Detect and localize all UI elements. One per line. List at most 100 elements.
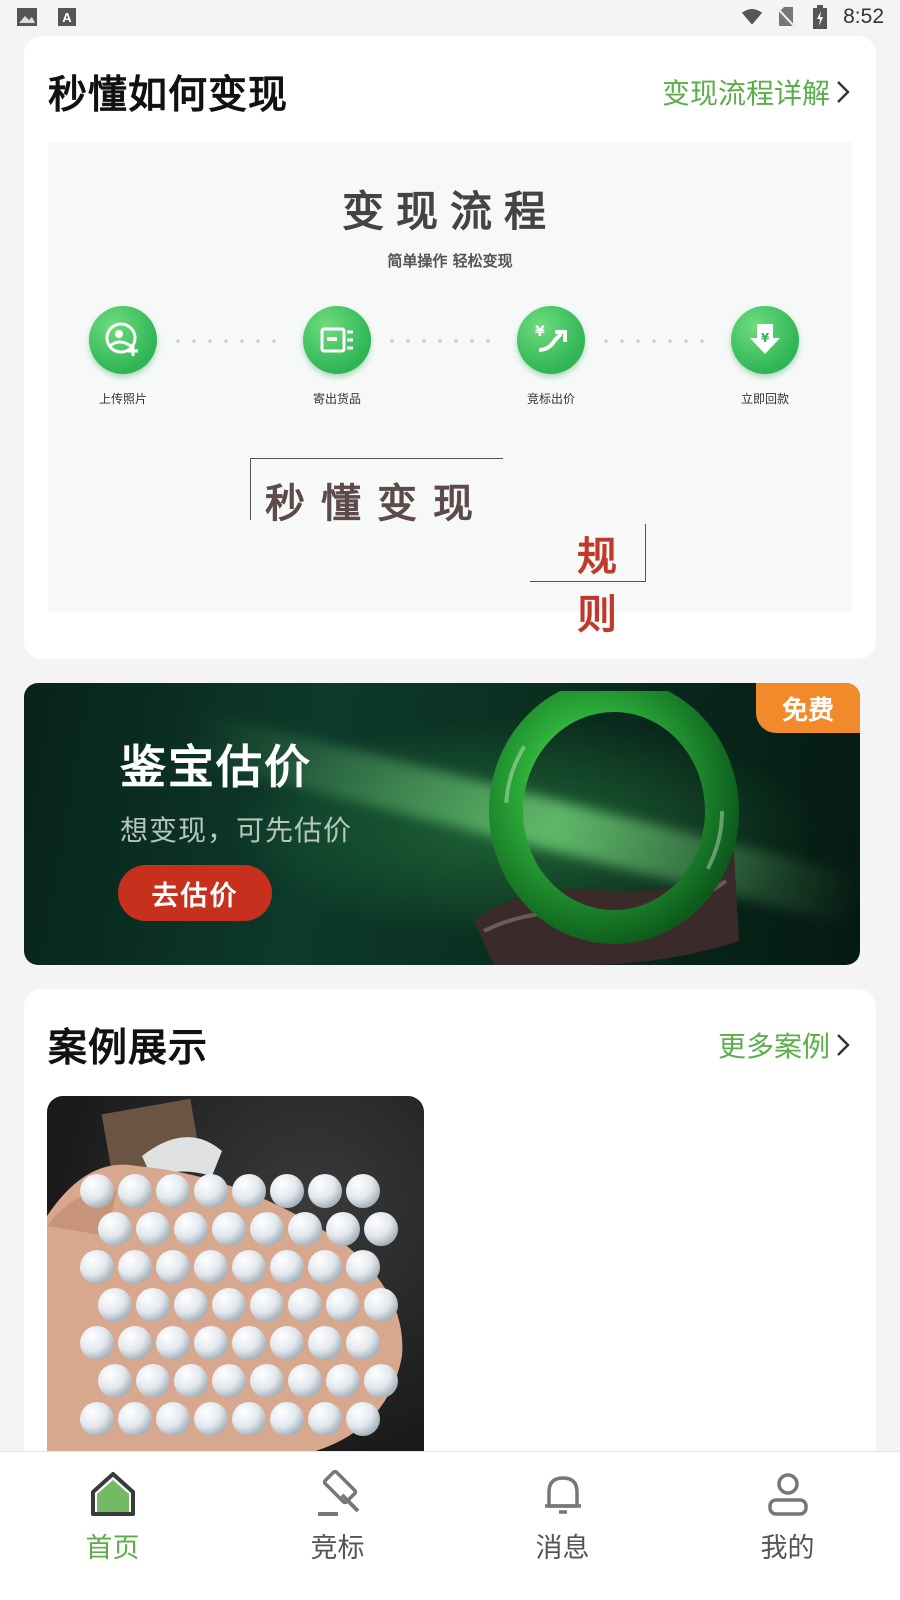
a-icon: A [56, 6, 78, 28]
step-label: 上传照片 [98, 392, 147, 406]
jade-bead [270, 1174, 304, 1208]
jade-bead [174, 1212, 208, 1246]
step-upload: 上传照片 [68, 306, 178, 407]
slogan-line-2: 规则 [530, 524, 646, 638]
jade-bead [364, 1288, 398, 1322]
image-icon [16, 6, 38, 28]
step-bid: ¥ 竞标出价 [496, 306, 606, 407]
tab-label: 消息 [535, 1533, 590, 1564]
jade-bead [346, 1326, 380, 1360]
process-title: 变现流程 [341, 187, 558, 236]
tab-mine[interactable]: 我的 [675, 1452, 900, 1600]
more-cases-link[interactable]: 更多案例 [718, 1025, 852, 1065]
slogan: 秒懂变现 规则 [250, 458, 646, 638]
step-payment: ¥ 立即回款 [710, 306, 820, 407]
free-badge: 免费 [756, 683, 860, 733]
jade-bead [80, 1402, 114, 1436]
tab-messages[interactable]: 消息 [450, 1452, 675, 1600]
home-icon [90, 1472, 135, 1516]
svg-text:A: A [62, 10, 72, 25]
jade-bangle-image [474, 691, 739, 965]
banner-title: 鉴宝估价 [120, 740, 312, 794]
jade-beads-image [47, 1098, 403, 1456]
no-sim-icon [775, 6, 797, 28]
jade-bead [194, 1402, 228, 1436]
jade-bead [250, 1364, 284, 1398]
jade-bead [346, 1402, 380, 1436]
svg-text:¥: ¥ [535, 324, 545, 340]
case-title: 案例展示 [48, 1026, 209, 1071]
jade-bead [288, 1364, 322, 1398]
tab-label: 首页 [85, 1533, 140, 1564]
process-image[interactable]: 变现流程 简单操作 轻松变现 上传照片 寄出货品 ¥ 竞标出价 ¥ 立即回款 秒… [48, 142, 852, 638]
step-label: 立即回款 [740, 392, 789, 406]
how-to-card: 秒懂如何变现 变现流程详解 变现流程 简单操作 轻松变现 上传照片 寄出货品 ¥ [24, 36, 876, 659]
jade-bead [156, 1250, 190, 1284]
payment-icon: ¥ [731, 306, 799, 374]
jade-bead [136, 1212, 170, 1246]
jade-bead [194, 1174, 228, 1208]
jade-bead [232, 1250, 266, 1284]
jade-bead [174, 1364, 208, 1398]
jade-bead [288, 1212, 322, 1246]
jade-bead [98, 1288, 132, 1322]
tab-home[interactable]: 首页 [0, 1452, 225, 1600]
jade-bead [308, 1402, 342, 1436]
status-time: 8:52 [843, 5, 884, 28]
how-to-card-header: 秒懂如何变现 变现流程详解 [48, 62, 852, 122]
go-appraise-button[interactable]: 去估价 [118, 865, 272, 921]
bell-icon [544, 1476, 581, 1514]
jade-bead [118, 1326, 152, 1360]
jade-bead [288, 1288, 322, 1322]
slogan-line-1: 秒懂变现 [250, 458, 503, 527]
jade-bead [308, 1174, 342, 1208]
jade-bead [232, 1402, 266, 1436]
case-card-header: 案例展示 更多案例 [48, 1015, 852, 1075]
jade-bead [326, 1288, 360, 1322]
status-bar: A 8:52 [0, 0, 900, 34]
svg-text:¥: ¥ [761, 331, 770, 345]
process-detail-link-label: 变现流程详解 [661, 77, 830, 110]
upload-photo-icon [89, 306, 157, 374]
jade-bead [136, 1288, 170, 1322]
jade-bead [156, 1402, 190, 1436]
jade-bead [80, 1250, 114, 1284]
jade-bead [250, 1288, 284, 1322]
jade-bead [326, 1212, 360, 1246]
jade-bead [156, 1174, 190, 1208]
jade-bead [118, 1250, 152, 1284]
chevron-right-icon [837, 81, 850, 103]
process-subtitle: 简单操作 轻松变现 [387, 252, 513, 270]
step-connector [598, 339, 712, 343]
how-to-title: 秒懂如何变现 [48, 73, 289, 118]
jade-bead [364, 1364, 398, 1398]
process-detail-link[interactable]: 变现流程详解 [662, 72, 852, 112]
tab-label: 我的 [760, 1533, 815, 1564]
battery-icon [809, 5, 831, 29]
jade-bead [270, 1326, 304, 1360]
jade-bead [364, 1212, 398, 1246]
tab-bidding[interactable]: 竞标 [225, 1452, 450, 1600]
jade-bead [212, 1212, 246, 1246]
jade-bead [98, 1212, 132, 1246]
bid-price-icon: ¥ [517, 306, 585, 374]
tab-label: 竞标 [310, 1533, 365, 1564]
jade-bead [118, 1402, 152, 1436]
jade-bead [118, 1174, 152, 1208]
step-connector [170, 339, 284, 343]
bottom-tab-bar: 首页 竞标 消息 我的 [0, 1451, 900, 1600]
jade-bead [212, 1364, 246, 1398]
more-cases-link-label: 更多案例 [717, 1030, 830, 1063]
step-connector [384, 339, 498, 343]
jade-bead [326, 1364, 360, 1398]
appraisal-banner[interactable]: 鉴宝估价 想变现，可先估价 去估价 免费 [24, 683, 860, 965]
jade-bead [156, 1326, 190, 1360]
chevron-right-icon [837, 1034, 850, 1056]
jade-bead [232, 1174, 266, 1208]
step-label: 寄出货品 [312, 392, 361, 406]
jade-bead [80, 1174, 114, 1208]
ship-goods-icon [303, 306, 371, 374]
jade-bead [250, 1212, 284, 1246]
jade-bead [80, 1326, 114, 1360]
case-photo-jade-beads[interactable] [47, 1096, 424, 1456]
